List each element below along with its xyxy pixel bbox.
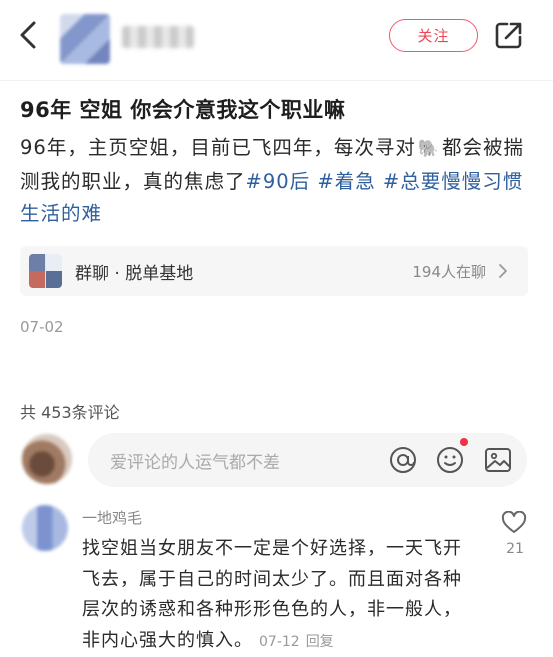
emoji-icon[interactable] xyxy=(435,445,465,475)
share-button[interactable] xyxy=(494,20,524,50)
like-button[interactable] xyxy=(501,510,527,535)
like-count: 21 xyxy=(506,541,524,557)
my-avatar xyxy=(22,434,72,484)
back-button[interactable] xyxy=(14,18,44,52)
post-body-text: 96年，主页空姐，目前已飞四年，每次寻对 xyxy=(20,136,416,159)
hashtag-anxious[interactable]: #着急 xyxy=(317,170,375,193)
author-name-blurred[interactable] xyxy=(122,26,194,48)
comment-author[interactable]: 一地鸡毛 xyxy=(82,507,142,528)
share-icon xyxy=(495,22,522,49)
group-chat-card[interactable]: 群聊 · 脱单基地 194人在聊 xyxy=(20,246,528,296)
author-avatar[interactable] xyxy=(60,14,110,64)
commenter-avatar[interactable] xyxy=(22,505,68,551)
back-arrow-icon xyxy=(20,21,36,49)
comment-count: 共 453条评论 xyxy=(20,403,120,422)
follow-button[interactable]: 关注 xyxy=(389,19,478,52)
header-divider xyxy=(0,80,553,81)
group-avatar xyxy=(29,254,62,288)
image-icon[interactable] xyxy=(483,445,513,475)
reply-button[interactable]: 回复 xyxy=(306,634,334,650)
group-name: 群聊 · 脱单基地 xyxy=(75,264,194,284)
post-title: 96年 空姐 你会介意我这个职业嘛 xyxy=(20,98,346,122)
heart-icon xyxy=(501,510,527,533)
hashtag-90s[interactable]: #90后 xyxy=(246,170,311,193)
post-date: 07-02 xyxy=(20,318,64,336)
elephant-emoji-icon: 🐘 xyxy=(417,139,440,159)
notification-dot xyxy=(460,438,468,446)
group-member-count: 194人在聊 xyxy=(412,263,486,281)
comment-input-placeholder: 爱评论的人运气都不差 xyxy=(110,453,280,473)
chevron-right-icon xyxy=(498,263,508,279)
comment-date: 07-12 xyxy=(259,633,300,650)
comment-text: 找空姐当女朋友不一定是个好选择，一天飞开飞去，属于自己的时间太少了。而且面对各种… xyxy=(82,534,480,657)
post-body: 96年，主页空姐，目前已飞四年，每次寻对 🐘 都会被揣测我的职业，真的焦虑了#90后… xyxy=(20,132,535,231)
mention-icon[interactable] xyxy=(388,445,418,475)
